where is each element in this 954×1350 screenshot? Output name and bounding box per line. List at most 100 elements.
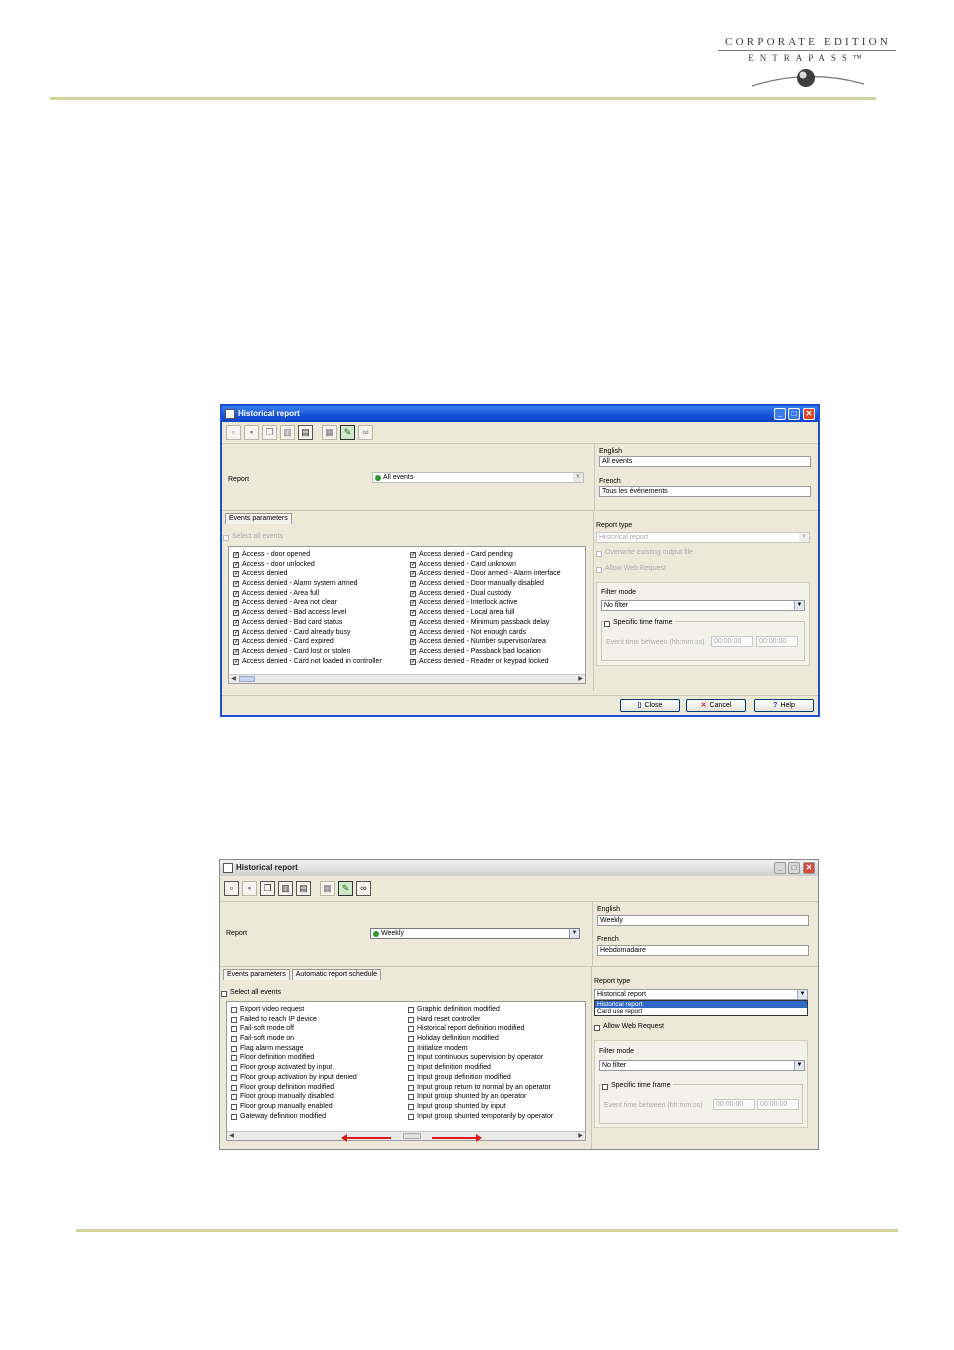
select-all-events-checkbox[interactable]: Select all events xyxy=(221,989,281,997)
scroll-right-icon[interactable]: ▶ xyxy=(576,675,585,683)
scroll-thumb[interactable] xyxy=(403,1133,421,1139)
english-field[interactable]: All events xyxy=(599,456,811,467)
checked-checkbox-icon[interactable]: ✓ xyxy=(410,561,416,568)
checked-checkbox-icon[interactable]: ✓ xyxy=(410,629,416,636)
horizontal-scrollbar[interactable]: ◀ ▶ xyxy=(227,1131,585,1140)
new-icon[interactable]: ▫ xyxy=(224,881,239,896)
scroll-left-icon[interactable]: ◀ xyxy=(229,675,238,683)
tab-events-parameters[interactable]: Events parameters xyxy=(225,513,292,524)
checkbox-icon[interactable] xyxy=(408,1084,414,1091)
event-item[interactable]: Fail-soft mode on xyxy=(231,1034,357,1044)
checked-checkbox-icon[interactable]: ✓ xyxy=(233,610,239,617)
event-item[interactable]: Holiday definition modified xyxy=(408,1034,553,1044)
french-field[interactable]: Hebdomadaire xyxy=(597,945,809,956)
time-from-field[interactable]: 00:00:00 xyxy=(711,636,753,647)
binoculars-icon[interactable]: ∞ xyxy=(358,425,373,440)
event-item[interactable]: Input group definition modified xyxy=(408,1073,553,1083)
checkbox-icon[interactable] xyxy=(231,1007,237,1013)
event-item[interactable]: Floor group activation by input denied xyxy=(231,1073,357,1083)
link-icon[interactable]: ✎ xyxy=(340,425,355,440)
english-field[interactable]: Weekly xyxy=(597,915,809,926)
allow-web-request-checkbox[interactable]: Allow Web Request xyxy=(594,1023,664,1031)
event-item[interactable]: ✓ Access denied - Card not loaded in cont… xyxy=(233,657,382,667)
checkbox-icon[interactable] xyxy=(231,1055,237,1062)
close-button[interactable]: ▯ Close xyxy=(620,699,680,712)
event-item[interactable]: Historical report definition modified xyxy=(408,1024,553,1034)
checkbox-icon[interactable] xyxy=(408,1094,414,1101)
event-item[interactable]: Fail-soft mode off xyxy=(231,1024,357,1034)
overwrite-output-checkbox[interactable]: Overwrite existing output file xyxy=(596,549,693,557)
event-item[interactable]: ✓ Access denied - Reader or keypad locked xyxy=(410,657,561,667)
close-window-button[interactable]: ✕ xyxy=(803,408,815,420)
time-to-field[interactable]: 00:00:00 xyxy=(757,1099,799,1110)
print-icon[interactable]: ▤ xyxy=(296,881,311,896)
report-select[interactable]: All events ▼ xyxy=(372,472,584,483)
delete-icon[interactable]: ▥ xyxy=(280,425,295,440)
event-item[interactable]: ✓ Access denied - Alarm system armed xyxy=(233,579,382,589)
report-type-select[interactable]: Historical report ▼ xyxy=(596,532,810,543)
checked-checkbox-icon[interactable]: ✓ xyxy=(410,619,416,626)
event-item[interactable]: Graphic definition modified xyxy=(408,1005,553,1015)
event-item[interactable]: ✓ Access denied - Area not clear xyxy=(233,598,382,608)
save-icon[interactable]: ▪ xyxy=(244,425,259,440)
scroll-left-icon[interactable]: ◀ xyxy=(227,1132,236,1140)
checked-checkbox-icon[interactable]: ✓ xyxy=(233,658,239,665)
help-button[interactable]: ? Help xyxy=(754,699,814,712)
event-item[interactable]: ✓ Access denied xyxy=(233,569,382,579)
checkbox-icon[interactable] xyxy=(231,1094,237,1101)
time-from-field[interactable]: 00:00:00 xyxy=(713,1099,755,1110)
checked-checkbox-icon[interactable]: ✓ xyxy=(233,561,239,568)
save-icon[interactable]: ▪ xyxy=(242,881,257,896)
checked-checkbox-icon[interactable]: ✓ xyxy=(233,552,239,558)
scroll-thumb[interactable] xyxy=(239,676,255,682)
checkbox-icon[interactable] xyxy=(408,1074,414,1081)
maximize-button[interactable]: □ xyxy=(788,862,800,874)
checkbox-icon[interactable] xyxy=(231,1103,237,1110)
checkbox-icon[interactable] xyxy=(408,1026,414,1033)
checked-checkbox-icon[interactable]: ✓ xyxy=(233,590,239,597)
checked-checkbox-icon[interactable]: ✓ xyxy=(233,629,239,636)
checked-checkbox-icon[interactable]: ✓ xyxy=(410,600,416,607)
report-select[interactable]: Weekly ▼ xyxy=(370,928,580,939)
scroll-right-icon[interactable]: ▶ xyxy=(576,1132,585,1140)
report-type-option[interactable]: Historical report xyxy=(595,1001,807,1008)
filter-mode-select[interactable]: No filter ▼ xyxy=(601,600,805,611)
report-type-select[interactable]: Historical report ▼ xyxy=(594,989,808,1000)
copy-icon[interactable]: ❐ xyxy=(262,425,277,440)
report-type-option[interactable]: Card use report xyxy=(595,1008,807,1015)
checkbox-icon[interactable] xyxy=(408,1016,414,1023)
checked-checkbox-icon[interactable]: ✓ xyxy=(233,648,239,655)
event-item[interactable]: ✓ Access denied - Card unknown xyxy=(410,560,561,570)
event-item[interactable]: ✓ Access denied - Card lost or stolen xyxy=(233,647,382,657)
checkbox-icon[interactable] xyxy=(231,1074,237,1081)
event-item[interactable]: ✓ Access denied - Card already busy xyxy=(233,628,382,638)
event-item[interactable]: Floor definition modified xyxy=(231,1053,357,1063)
checked-checkbox-icon[interactable]: ✓ xyxy=(410,639,416,646)
event-item[interactable]: Input group return to normal by an opera… xyxy=(408,1083,553,1093)
event-item[interactable]: ✓ Access denied - Door armed - Alarm inte… xyxy=(410,569,561,579)
maximize-button[interactable]: □ xyxy=(788,408,800,420)
select-all-events-checkbox[interactable]: Select all events xyxy=(223,533,283,541)
tab-events-parameters[interactable]: Events parameters xyxy=(223,969,290,980)
horizontal-scrollbar[interactable]: ◀ ▶ xyxy=(229,674,585,683)
event-item[interactable]: Gateway definition modified xyxy=(231,1112,357,1122)
checkbox-icon[interactable] xyxy=(231,1045,237,1052)
checkbox-icon[interactable] xyxy=(408,1065,414,1072)
grid-icon[interactable]: ▦ xyxy=(322,425,337,440)
event-item[interactable]: Hard reset controller xyxy=(408,1015,553,1025)
checked-checkbox-icon[interactable]: ✓ xyxy=(410,581,416,588)
event-item[interactable]: ✓ Access - door unlocked xyxy=(233,560,382,570)
event-item[interactable]: ✓ Access denied - Area full xyxy=(233,589,382,599)
checkbox-icon[interactable] xyxy=(408,1007,414,1013)
copy-icon[interactable]: ❐ xyxy=(260,881,275,896)
checkbox-icon[interactable] xyxy=(231,1084,237,1091)
french-field[interactable]: Tous les événements xyxy=(599,486,811,497)
checked-checkbox-icon[interactable]: ✓ xyxy=(233,600,239,607)
grid-icon[interactable]: ▦ xyxy=(320,881,335,896)
checked-checkbox-icon[interactable]: ✓ xyxy=(410,658,416,665)
event-item[interactable]: ✓ Access denied - Bad access level xyxy=(233,608,382,618)
specific-time-frame-checkbox[interactable]: Specific time frame xyxy=(604,619,675,627)
event-item[interactable]: Flag alarm message xyxy=(231,1044,357,1054)
event-item[interactable]: ✓ Access denied - Dual custody xyxy=(410,589,561,599)
delete-icon[interactable]: ▥ xyxy=(278,881,293,896)
